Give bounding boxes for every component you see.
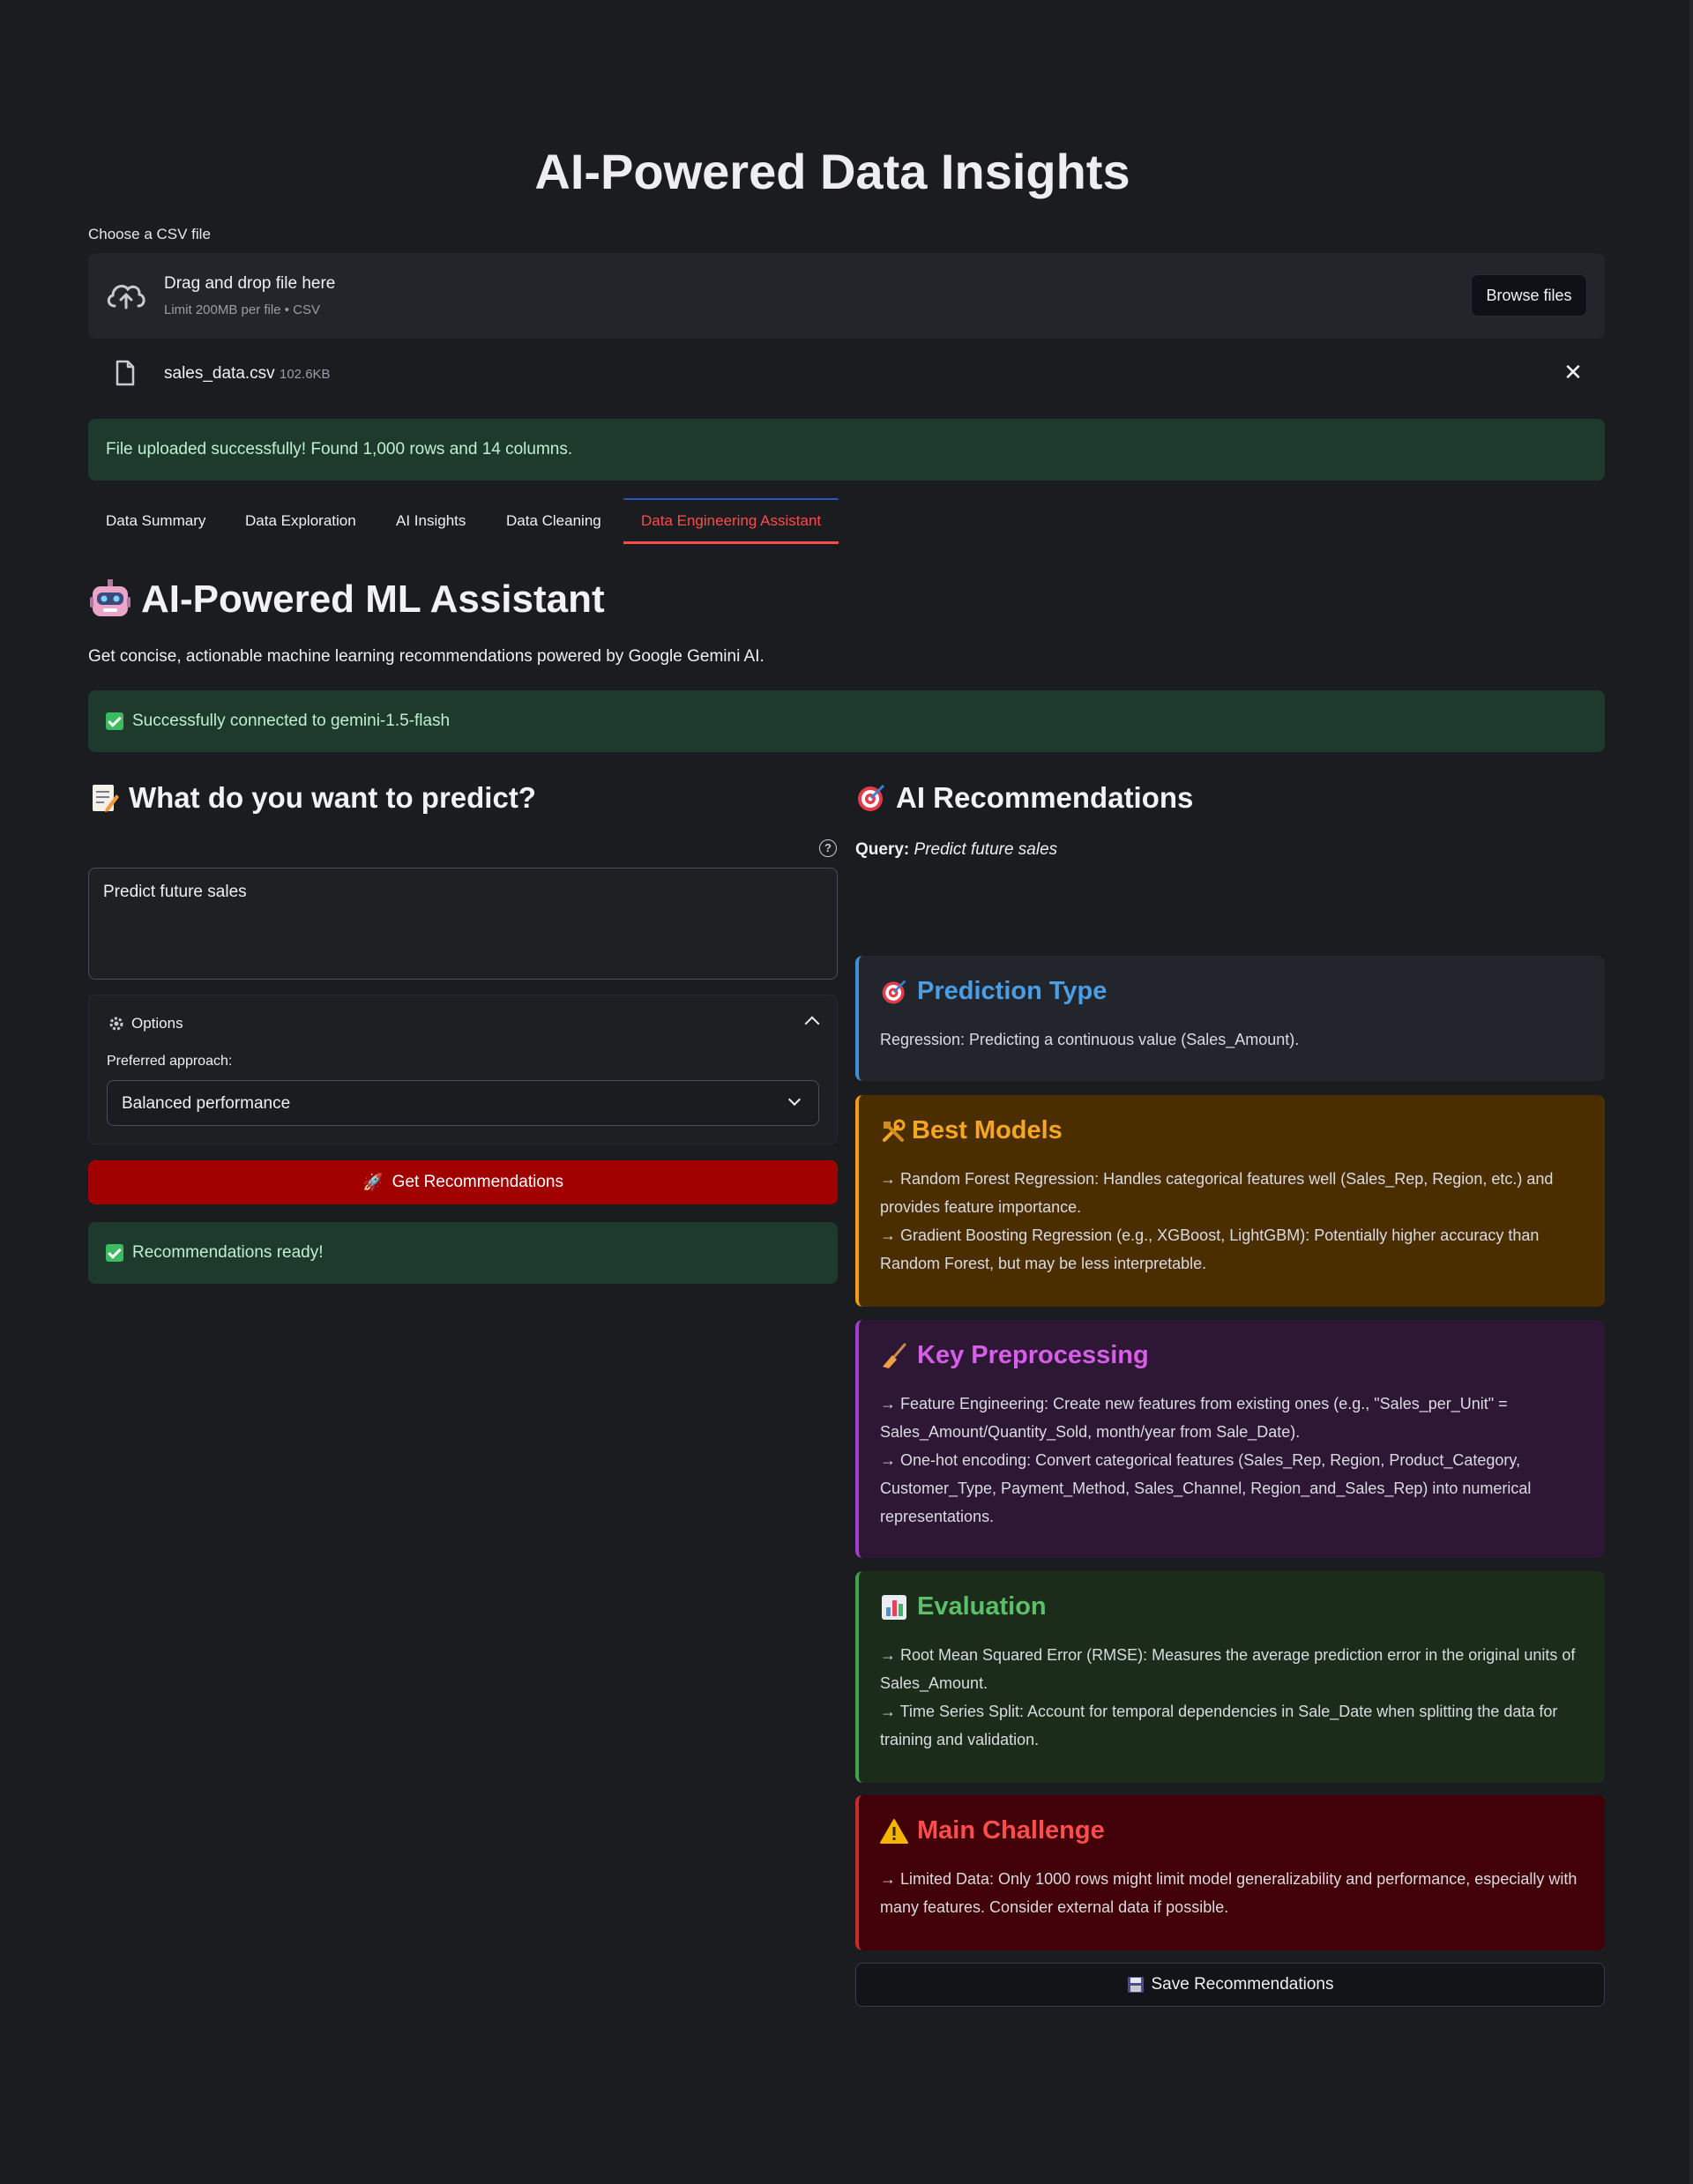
main-challenge-title-text: Main Challenge (917, 1816, 1105, 1845)
main-challenge-card: Main Challenge → Limited Data: Only 1000… (855, 1795, 1605, 1950)
file-size: 102.6KB (280, 367, 331, 382)
tab-ai-insights[interactable]: AI Insights (378, 498, 483, 544)
app-title: AI-Powered Data Insights (534, 144, 1130, 199)
evaluation-title: Evaluation (880, 1592, 1584, 1621)
best-models-title: Best Models (880, 1116, 1584, 1145)
recommendations-heading: AI Recommendations (855, 781, 1193, 815)
assistant-description: Get concise, actionable machine learning… (88, 647, 764, 666)
preprocessing-card: Key Preprocessing → Feature Engineering:… (855, 1320, 1605, 1558)
get-recommendations-button[interactable]: 🚀 Get Recommendations (88, 1160, 838, 1204)
bar-chart-icon (882, 1594, 906, 1620)
tab-bar: Data Summary Data Exploration AI Insight… (88, 498, 1605, 544)
approach-value: Balanced performance (122, 1094, 291, 1113)
evaluation-line: → Root Mean Squared Error (RMSE): Measur… (880, 1646, 1576, 1692)
best-models-card: Best Models → Random Forest Regression: … (855, 1095, 1605, 1307)
main-challenge-body: → Limited Data: Only 1000 rows might lim… (880, 1865, 1584, 1921)
tab-data-cleaning[interactable]: Data Cleaning (489, 498, 619, 544)
gear-icon (109, 1017, 123, 1031)
best-models-title-text: Best Models (912, 1116, 1063, 1144)
app-page: AI-Powered Data Insights Choose a CSV fi… (0, 0, 1693, 2184)
preprocessing-title: Key Preprocessing (880, 1341, 1584, 1370)
predict-heading: What do you want to predict? (88, 781, 536, 815)
cloud-upload-icon (107, 285, 145, 309)
file-name: sales_data.csv (164, 364, 275, 383)
best-models-body: → Random Forest Regression: Handles cate… (880, 1165, 1584, 1278)
upload-success-alert: File uploaded successfully! Found 1,000 … (88, 419, 1605, 481)
prediction-type-card: Prediction Type Regression: Predicting a… (855, 956, 1605, 1081)
upload-success-text: File uploaded successfully! Found 1,000 … (106, 440, 573, 458)
predict-heading-text: What do you want to predict? (129, 781, 536, 814)
recommendations-ready-alert: Recommendations ready! (88, 1222, 838, 1284)
query-label: Query: (855, 840, 910, 859)
tab-data-engineering-assistant[interactable]: Data Engineering Assistant (623, 498, 839, 544)
tab-data-exploration[interactable]: Data Exploration (227, 498, 374, 544)
drop-text: Drag and drop file here (164, 274, 336, 293)
evaluation-title-text: Evaluation (917, 1592, 1047, 1621)
browse-files-button[interactable]: Browse files (1471, 274, 1587, 317)
target-icon (858, 784, 885, 811)
connection-success-alert: Successfully connected to gemini-1.5-fla… (88, 690, 1605, 752)
best-models-line: → Gradient Boosting Regression (e.g., XG… (880, 1226, 1540, 1272)
prediction-textarea[interactable]: Predict future sales (88, 868, 838, 980)
assistant-title: AI-Powered ML Assistant (88, 578, 605, 622)
preprocessing-line: → Feature Engineering: Create new featur… (880, 1395, 1508, 1441)
evaluation-card: Evaluation → Root Mean Squared Error (RM… (855, 1571, 1605, 1783)
preprocessing-line: → One-hot encoding: Convert categorical … (880, 1451, 1532, 1525)
target-icon (882, 980, 906, 1003)
preprocessing-body: → Feature Engineering: Create new featur… (880, 1390, 1584, 1531)
approach-label: Preferred approach: (107, 1054, 233, 1069)
tools-icon (883, 1119, 906, 1142)
save-recommendations-label: Save Recommendations (1151, 1975, 1334, 1994)
main-challenge-line: → Limited Data: Only 1000 rows might lim… (880, 1870, 1577, 1916)
file-dropzone[interactable]: Drag and drop file here Limit 200MB per … (88, 253, 1605, 339)
chevron-up-icon[interactable] (804, 1016, 820, 1032)
check-icon (106, 1244, 123, 1262)
robot-icon (90, 579, 131, 616)
connection-success-text: Successfully connected to gemini-1.5-fla… (132, 712, 451, 730)
get-recommendations-label: Get Recommendations (392, 1173, 563, 1191)
assistant-title-text: AI-Powered ML Assistant (141, 578, 605, 621)
options-label: Options (131, 1015, 183, 1032)
help-icon[interactable]: ? (819, 839, 837, 857)
scrollbar[interactable] (1689, 0, 1693, 2184)
chevron-down-icon (787, 1092, 802, 1107)
recommendations-heading-text: AI Recommendations (896, 781, 1194, 814)
floppy-disk-icon (1127, 1977, 1144, 1993)
save-recommendations-button[interactable]: Save Recommendations (855, 1963, 1605, 2007)
evaluation-body: → Root Mean Squared Error (RMSE): Measur… (880, 1641, 1584, 1754)
best-models-line: → Random Forest Regression: Handles cate… (880, 1170, 1554, 1216)
evaluation-line: → Time Series Split: Account for tempora… (880, 1703, 1558, 1748)
close-icon[interactable]: ✕ (1561, 360, 1585, 384)
prediction-type-body: Regression: Predicting a continuous valu… (880, 1031, 1300, 1048)
recommendations-ready-text: Recommendations ready! (132, 1243, 324, 1262)
query-value: Predict future sales (914, 840, 1058, 859)
approach-select[interactable]: Balanced performance (107, 1080, 819, 1126)
rocket-icon: 🚀 (362, 1174, 384, 1192)
query-line: Query: Predict future sales (855, 840, 1057, 860)
memo-icon (93, 785, 119, 812)
warning-icon (880, 1818, 908, 1844)
options-toggle[interactable]: Options (108, 1015, 183, 1032)
options-expander: Options Preferred approach: Balanced per… (88, 995, 838, 1144)
uploaded-file-row: sales_data.csv 102.6KB ✕ (88, 349, 1605, 399)
tab-data-summary[interactable]: Data Summary (88, 498, 223, 544)
uploader-label: Choose a CSV file (88, 226, 211, 242)
main-challenge-title: Main Challenge (880, 1816, 1584, 1845)
file-icon (116, 360, 135, 386)
upload-limit-text: Limit 200MB per file • CSV (164, 302, 320, 317)
check-icon (106, 712, 123, 730)
preprocessing-title-text: Key Preprocessing (917, 1341, 1149, 1369)
prediction-type-title-text: Prediction Type (917, 977, 1108, 1005)
broom-icon (883, 1343, 906, 1368)
prediction-type-title: Prediction Type (880, 977, 1584, 1006)
